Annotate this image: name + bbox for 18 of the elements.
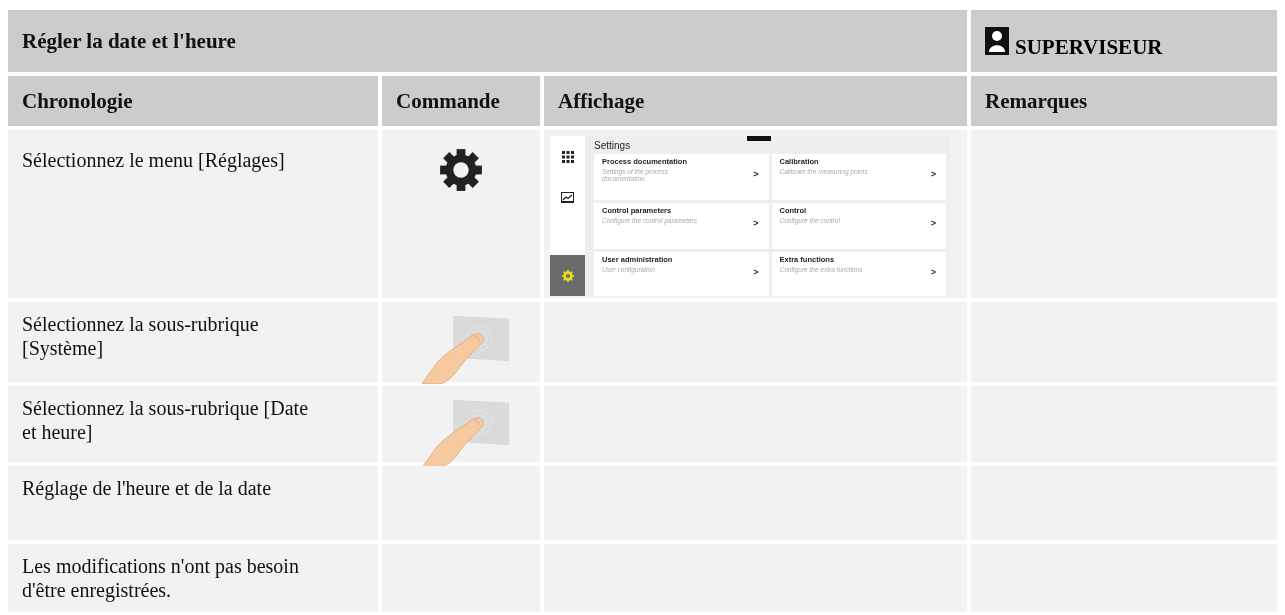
handle-bar [747,136,771,141]
column-header: Affichage [544,76,967,126]
gear-icon [439,148,483,192]
person-icon [985,27,1009,55]
table-cell: Sélectionnez le menu [Réglages] [8,130,378,298]
table-cell: Les modifications n'ont pas besoin d'être enregistrées. [8,544,378,612]
table-title: Régler la date et l'heure [8,10,967,72]
table-cell: Sélectionnez la sous-rubrique [Date et heure] [8,386,378,462]
column-header: Chronologie [8,76,378,126]
grid-icon [561,150,574,163]
column-header: Commande [382,76,540,126]
gear-icon [561,269,574,282]
column-header: Remarques [971,76,1277,126]
table-cell: Sélectionnez la sous-rubrique [Système] [8,302,378,382]
table-cell: Réglage de l'heure et de la date [8,466,378,540]
screen-title: Settings [594,140,632,151]
role-cell: SUPERVISEUR [971,10,1277,72]
chart-icon [561,192,574,203]
